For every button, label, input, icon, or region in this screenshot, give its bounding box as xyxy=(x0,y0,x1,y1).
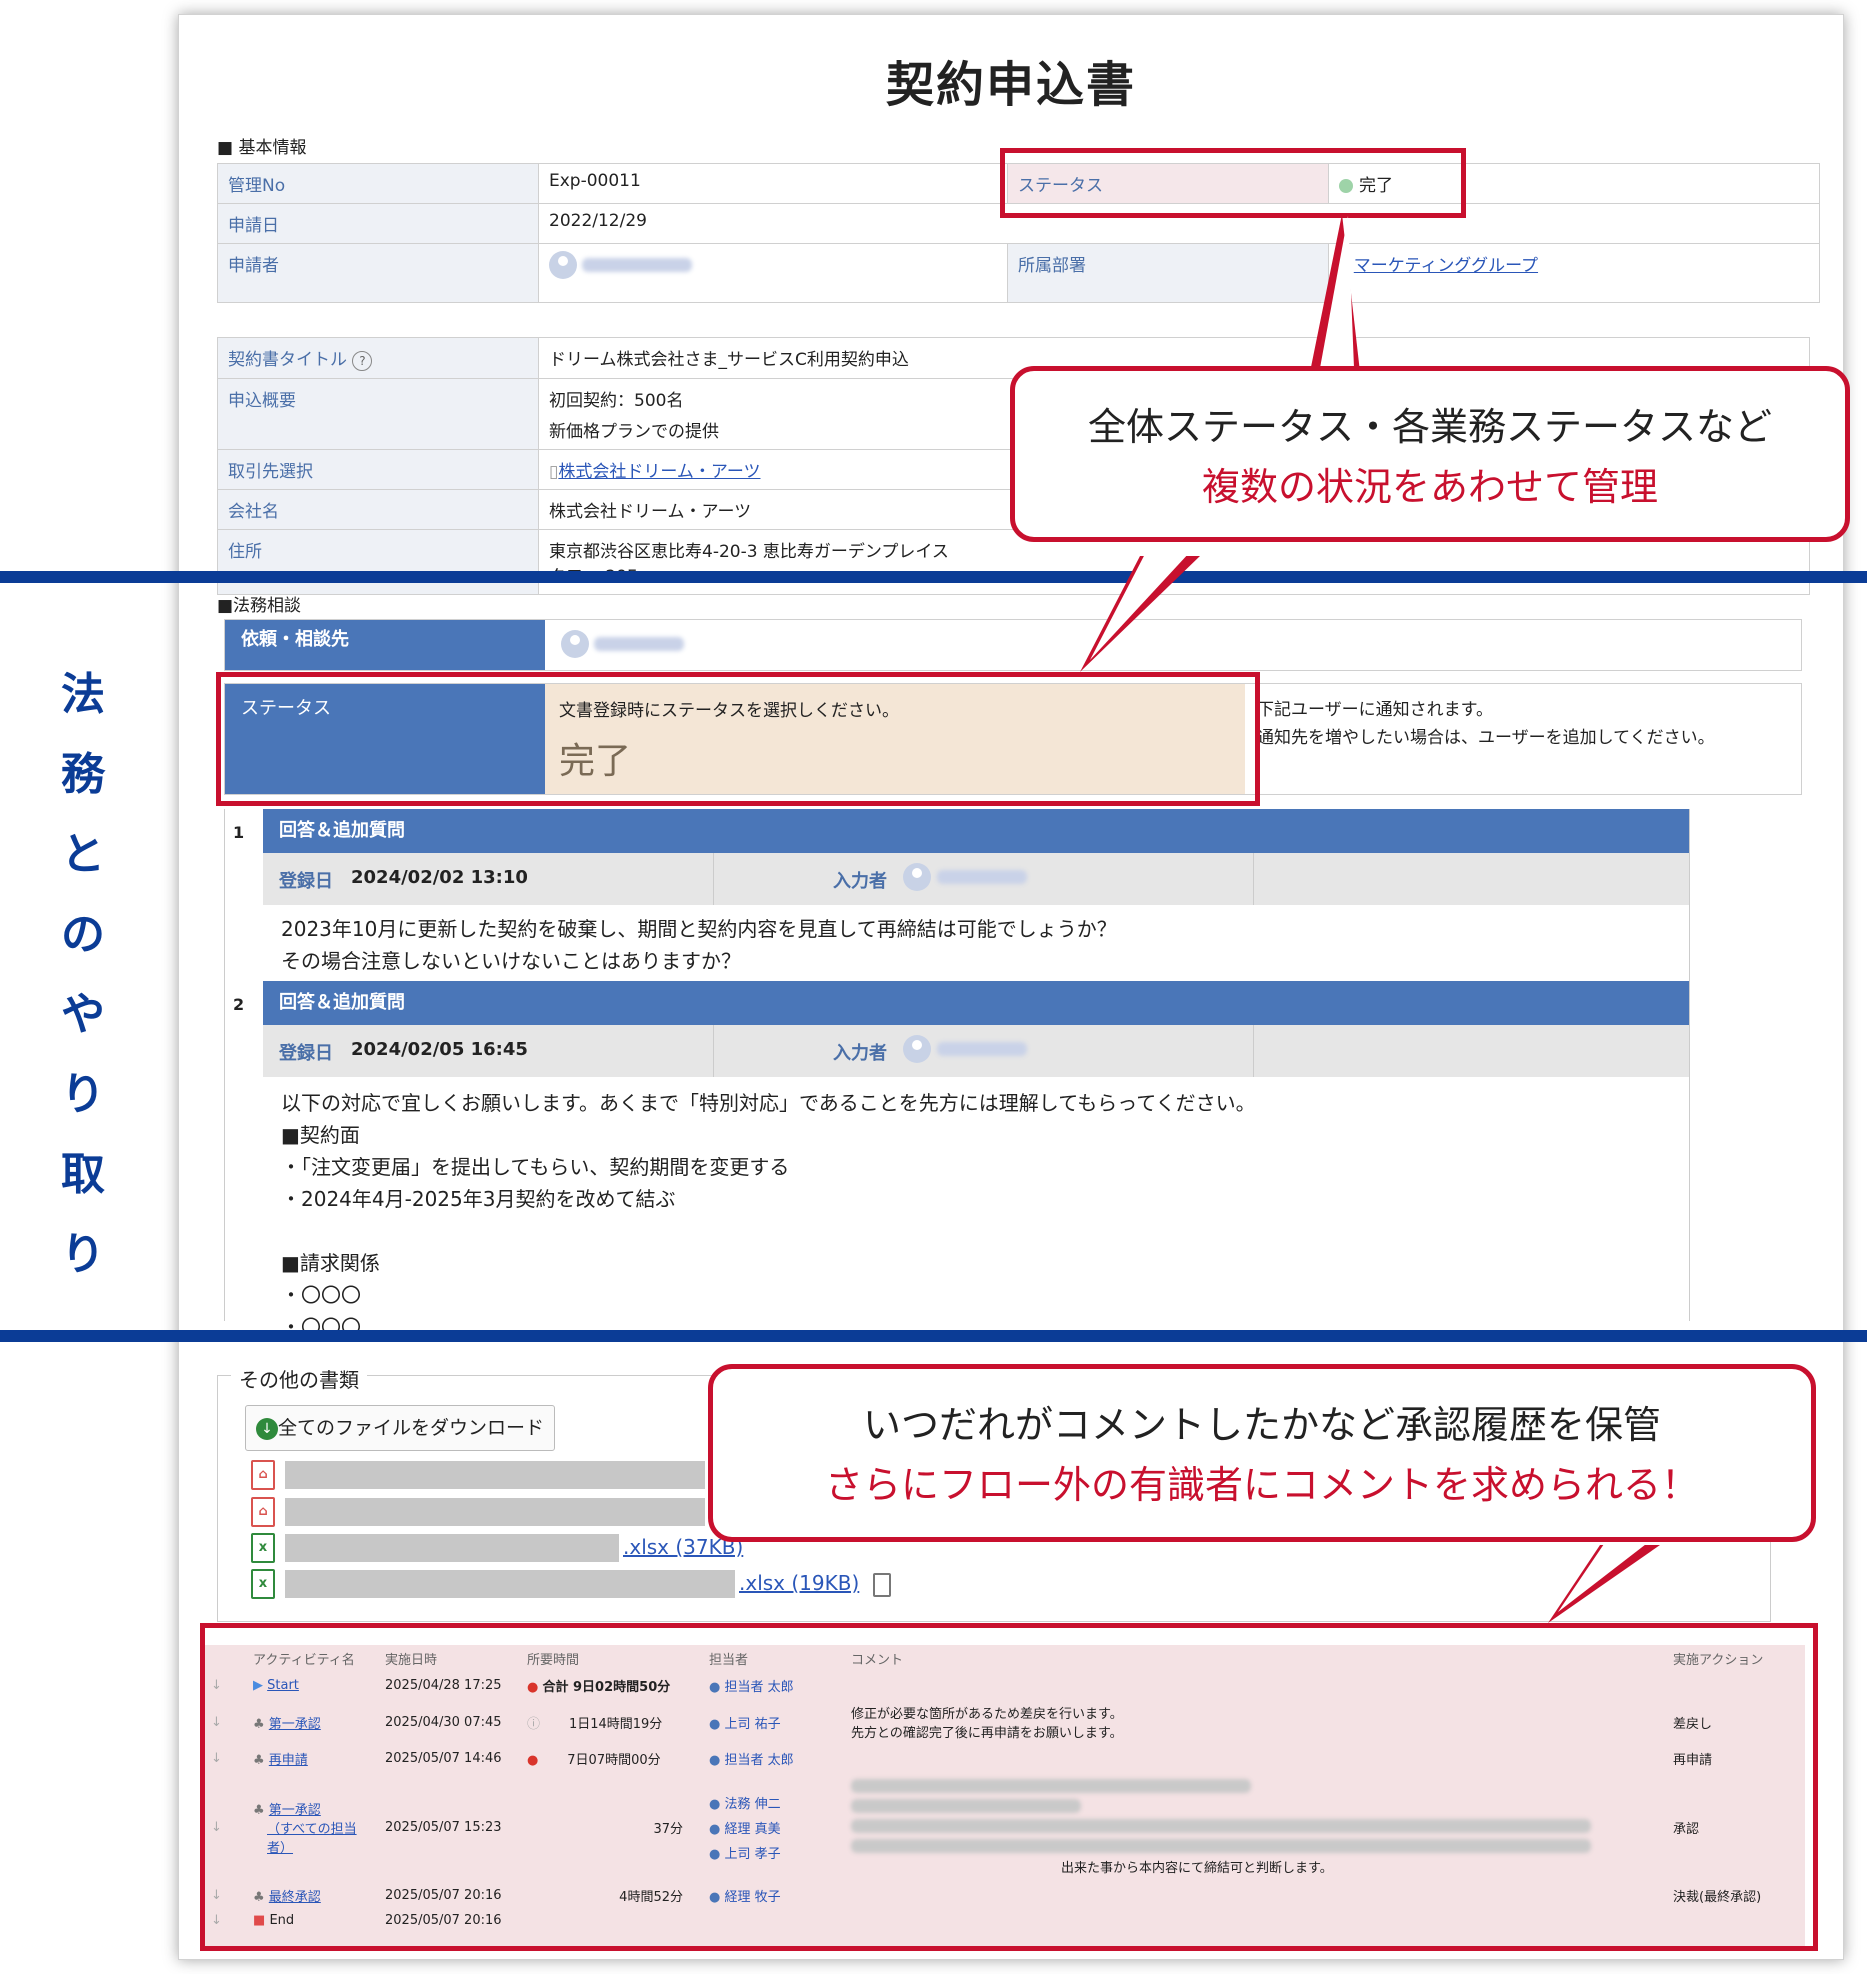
callout-history: いつだれがコメントしたかなど承認履歴を保管 さらにフロー外の有識者にコメントを求… xyxy=(708,1364,1816,1542)
callout-pointers xyxy=(1080,214,1660,1623)
callout-history-line2: さらにフロー外の有識者にコメントを求められる！ xyxy=(824,1463,1699,1507)
callout-status-line2: 複数の状況をあわせて管理 xyxy=(1201,465,1658,509)
callout-status-line1: 全体ステータス・各業務ステータスなど xyxy=(1087,405,1772,449)
callout-status: 全体ステータス・各業務ステータスなど 複数の状況をあわせて管理 xyxy=(1010,366,1850,542)
callout-history-line1: いつだれがコメントしたかなど承認履歴を保管 xyxy=(862,1403,1661,1447)
